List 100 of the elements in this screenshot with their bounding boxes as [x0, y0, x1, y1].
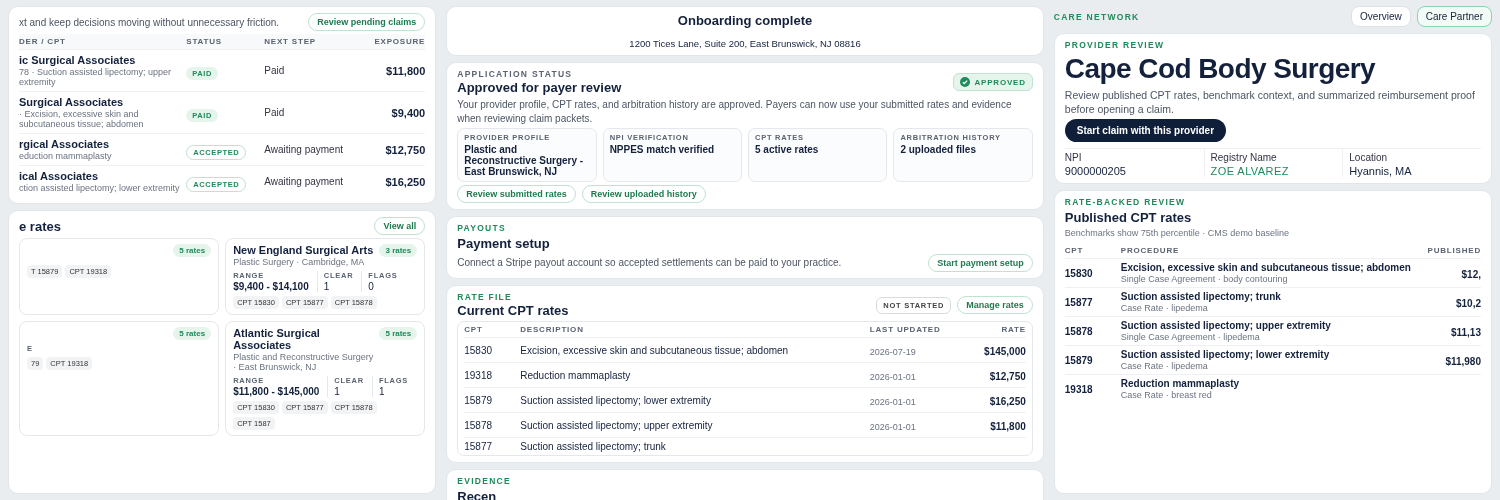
provider-subtitle: Plastic and Reconstructive Surgery · East Brunswick, NJ	[233, 352, 375, 372]
eyebrow-label: APPLICATION STATUS	[457, 69, 574, 79]
range-value: $9,400 - $14,100	[233, 281, 309, 292]
start-claim-button[interactable]: Start claim with this provider	[1064, 119, 1227, 143]
date-text: 2026-01-01	[869, 372, 916, 382]
approved-badge: APPROVED	[953, 73, 1033, 91]
column-header: RATE	[1001, 325, 1026, 334]
eyebrow-label: RATE FILE	[457, 292, 513, 302]
procedure-detail: Single Case Agreement · lipedema	[1120, 332, 1261, 343]
tile-value: NPPES match verified	[609, 144, 716, 155]
cpt-code: 15878	[464, 419, 494, 431]
published-rate: $11,13	[1450, 327, 1481, 339]
clear-value: 1	[334, 386, 341, 397]
procedure-name: Suction assisted lipectomy; lower extremity	[1120, 349, 1331, 361]
procedure-detail: Case Rate · lipedema	[1120, 303, 1209, 314]
rate-count-badge: 5 rates	[173, 244, 212, 257]
procedure-name: Excision, excessive skin and subcutaneous tissue; abdomen	[1120, 262, 1412, 274]
procedure-name: Reduction mammaplasty	[1120, 378, 1241, 390]
column-header: DESCRIPTION	[520, 325, 585, 334]
cpt-code: 15877	[1064, 296, 1094, 308]
procedure-text: · Excision, excessive skin and subcutaneous tissue; abdomen	[19, 109, 145, 129]
nav-tab[interactable]: Overview	[1351, 6, 1411, 27]
exposure-amount: $16,250	[385, 175, 426, 188]
column-header: PUBLISHED	[1427, 246, 1481, 256]
rate-amount: $12,750	[989, 371, 1026, 382]
column-header: NEXT STEP	[264, 37, 317, 46]
manage-rates-button[interactable]: Manage rates	[957, 296, 1033, 314]
rate-amount: $16,250	[989, 396, 1026, 407]
tile-value: Plastic and Reconstructive Surgery - East Brunswick, NJ	[464, 144, 585, 177]
address-text: 1200 Tices Lane, Suite 200, East Brunswick, NJ 08816	[629, 38, 861, 49]
exposure-amount: $12,750	[385, 143, 426, 156]
review-claims-button[interactable]: Review pending claims	[308, 13, 426, 31]
procedure-name: Suction assisted lipectomy; upper extremity	[1120, 320, 1332, 332]
column-header: STATUS	[186, 37, 223, 46]
next-step-text: Paid	[264, 107, 286, 118]
procedure-detail: Case Rate · lipedema	[1120, 361, 1209, 372]
rate-amount: $11,800	[990, 421, 1026, 432]
cpt-code: 19318	[1064, 383, 1094, 395]
intro-text: xt and keep decisions moving without unnecessary friction.	[19, 16, 280, 28]
column-header: EXPOSURE	[374, 37, 426, 46]
procedure-detail: Single Case Agreement · body contouring	[1120, 274, 1289, 285]
description-text: Reduction mammaplasty	[520, 369, 632, 381]
payouts-description: Connect a Stripe payout account so accepted settlements can be paid to your practice.	[457, 256, 842, 270]
fact-label: Location	[1349, 152, 1389, 164]
rate-count-badge: 5 rates	[379, 327, 418, 340]
procedure-text: eduction mammaplasty	[19, 151, 113, 161]
flags-value: 0	[368, 281, 375, 292]
column-header: CPT	[1064, 246, 1085, 256]
published-rate: $10,2	[1455, 298, 1481, 310]
provider-name: ical Associates	[19, 170, 100, 182]
tile-value: 2 uploaded files	[900, 144, 977, 155]
start-payment-button[interactable]: Start payment setup	[928, 254, 1033, 272]
status-description: Your provider profile, CPT rates, and arbitration history are approved. Payers can now use your submitted rates and evidence when reviewing claim packets.	[457, 98, 1013, 125]
fact-value: 9000000205	[1064, 165, 1127, 178]
payouts-title: Payment setup	[457, 236, 551, 251]
cpt-code: 15830	[464, 344, 494, 356]
tile-value: 5 active rates	[755, 144, 820, 155]
date-text: 2026-07-19	[869, 347, 916, 357]
review-button[interactable]: Review uploaded history	[581, 185, 706, 203]
flags-value: 1	[378, 386, 386, 397]
fact-value: Hyannis, MA	[1349, 165, 1413, 178]
fact-label: Registry Name	[1210, 152, 1278, 164]
section-title: e rates	[19, 218, 61, 234]
provider-name: New England Surgical Arts	[233, 244, 374, 256]
brand-text: CARE NETWORK	[1053, 11, 1140, 22]
nav-tab[interactable]: Care Partner	[1416, 6, 1492, 27]
rate-amount: $145,000	[984, 346, 1026, 357]
rate-file-title: Current CPT rates	[457, 303, 569, 318]
provider-name: Surgical Associates	[19, 96, 125, 108]
cpt-code: 15879	[464, 394, 494, 406]
column-header: DER / CPT	[19, 37, 67, 46]
exposure-amount: $9,400	[391, 106, 426, 119]
procedure-name: Suction assisted lipectomy; trunk	[1120, 291, 1282, 303]
cpt-code: 15877	[464, 441, 494, 452]
cpt-code: 15830	[1064, 267, 1094, 279]
cpt-code: 15879	[1064, 354, 1094, 366]
provider-subtitle: Plastic Surgery · Cambridge, MA	[233, 257, 366, 267]
benchmark-note: Benchmarks show 75th percentile · CMS demo baseline	[1064, 228, 1290, 239]
check-icon	[960, 77, 971, 87]
next-step-text: Awaiting payment	[264, 176, 344, 187]
published-title: Published CPT rates	[1064, 210, 1193, 226]
view-all-button[interactable]: View all	[374, 217, 426, 235]
column-header: LAST UPDATED	[869, 325, 942, 334]
column-header: CPT	[464, 325, 484, 334]
description-text: Excision, excessive skin and subcutaneous tissue; abdomen	[520, 344, 790, 356]
next-step-text: Paid	[264, 65, 286, 76]
date-text: 2026-01-01	[869, 397, 916, 407]
provider-name: rgical Associates	[19, 138, 111, 150]
exposure-amount: $11,800	[386, 64, 426, 77]
review-button[interactable]: Review submitted rates	[457, 185, 576, 203]
provider-description: Review published CPT rates, benchmark context, and summarized reimbursement proof before opening a claim.	[1064, 88, 1476, 117]
description-text: Suction assisted lipectomy; trunk	[520, 441, 667, 452]
provider-title: Cape Cod Body Surgery	[1064, 53, 1377, 85]
onboarding-title: Onboarding complete	[677, 13, 813, 28]
fact-value: ZOE ALVAREZ	[1210, 165, 1290, 178]
rate-count-badge: 5 rates	[173, 327, 212, 340]
fact-label: NPI	[1064, 152, 1083, 164]
published-rate: $12,	[1461, 269, 1481, 281]
description-text: Suction assisted lipectomy; lower extremity	[520, 394, 712, 406]
rate-count-badge: 3 rates	[379, 244, 418, 257]
